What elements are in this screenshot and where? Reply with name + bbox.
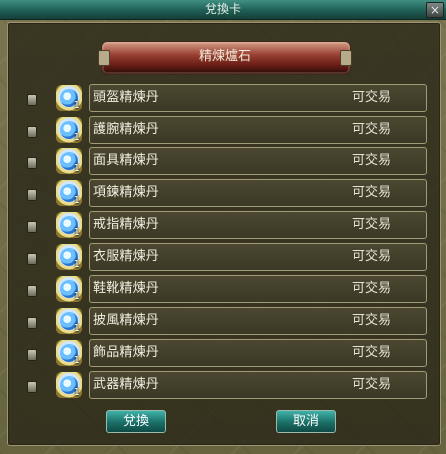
item-quantity: 1 bbox=[73, 387, 80, 398]
mask-refine-pill-icon[interactable]: 1 bbox=[55, 147, 83, 175]
item-bar[interactable]: 武器精煉丹 可交易 bbox=[89, 371, 427, 399]
item-bar[interactable]: 鞋靴精煉丹 可交易 bbox=[89, 275, 427, 303]
item-status: 可交易 bbox=[352, 281, 392, 296]
item-status: 可交易 bbox=[352, 90, 392, 105]
weapon-refine-pill-icon[interactable]: 1 bbox=[55, 371, 83, 399]
list-item[interactable]: 1 飾品精煉丹 可交易 bbox=[0, 338, 446, 368]
list-item[interactable]: 1 鞋靴精煉丹 可交易 bbox=[0, 274, 446, 304]
item-quantity: 1 bbox=[73, 132, 80, 143]
accessory-refine-pill-icon[interactable]: 1 bbox=[55, 339, 83, 367]
list-item[interactable]: 1 項鍊精煉丹 可交易 bbox=[0, 178, 446, 208]
item-bar[interactable]: 戒指精煉丹 可交易 bbox=[89, 211, 427, 239]
item-bar[interactable]: 衣服精煉丹 可交易 bbox=[89, 243, 427, 271]
list-item[interactable]: 1 披風精煉丹 可交易 bbox=[0, 306, 446, 336]
item-name: 護腕精煉丹 bbox=[93, 122, 160, 137]
item-quantity: 1 bbox=[73, 323, 80, 334]
item-quantity: 1 bbox=[73, 291, 80, 302]
item-name: 頭盔精煉丹 bbox=[93, 90, 160, 105]
cancel-button[interactable]: 取消 bbox=[276, 410, 336, 433]
item-bar[interactable]: 飾品精煉丹 可交易 bbox=[89, 339, 427, 367]
exchange-button[interactable]: 兌換 bbox=[106, 410, 166, 433]
list-item[interactable]: 1 武器精煉丹 可交易 bbox=[0, 370, 446, 400]
boots-refine-pill-icon[interactable]: 1 bbox=[55, 275, 83, 303]
close-button[interactable]: × bbox=[426, 2, 444, 18]
select-bullet-icon[interactable] bbox=[27, 381, 37, 393]
select-bullet-icon[interactable] bbox=[27, 157, 37, 169]
item-quantity: 1 bbox=[73, 195, 80, 206]
section-banner: 精煉爐石 bbox=[98, 41, 352, 75]
list-item[interactable]: 1 戒指精煉丹 可交易 bbox=[0, 210, 446, 240]
select-bullet-icon[interactable] bbox=[27, 253, 37, 265]
item-bar[interactable]: 護腕精煉丹 可交易 bbox=[89, 116, 427, 144]
item-bar[interactable]: 頭盔精煉丹 可交易 bbox=[89, 84, 427, 112]
item-status: 可交易 bbox=[352, 249, 392, 264]
item-status: 可交易 bbox=[352, 122, 392, 137]
item-status: 可交易 bbox=[352, 185, 392, 200]
item-name: 披風精煉丹 bbox=[93, 313, 160, 328]
item-name: 面具精煉丹 bbox=[93, 153, 160, 168]
item-status: 可交易 bbox=[352, 377, 392, 392]
item-name: 飾品精煉丹 bbox=[93, 345, 160, 360]
cape-refine-pill-icon[interactable]: 1 bbox=[55, 307, 83, 335]
list-item[interactable]: 1 護腕精煉丹 可交易 bbox=[0, 115, 446, 145]
item-quantity: 1 bbox=[73, 100, 80, 111]
select-bullet-icon[interactable] bbox=[27, 221, 37, 233]
list-item[interactable]: 1 頭盔精煉丹 可交易 bbox=[0, 83, 446, 113]
select-bullet-icon[interactable] bbox=[27, 317, 37, 329]
item-quantity: 1 bbox=[73, 227, 80, 238]
item-status: 可交易 bbox=[352, 217, 392, 232]
item-quantity: 1 bbox=[73, 163, 80, 174]
section-title: 精煉爐石 bbox=[198, 49, 251, 64]
item-quantity: 1 bbox=[73, 259, 80, 270]
item-bar[interactable]: 項鍊精煉丹 可交易 bbox=[89, 179, 427, 207]
ring-refine-pill-icon[interactable]: 1 bbox=[55, 211, 83, 239]
select-bullet-icon[interactable] bbox=[27, 126, 37, 138]
list-item[interactable]: 1 衣服精煉丹 可交易 bbox=[0, 242, 446, 272]
necklace-refine-pill-icon[interactable]: 1 bbox=[55, 179, 83, 207]
item-name: 衣服精煉丹 bbox=[93, 249, 160, 264]
item-bar[interactable]: 披風精煉丹 可交易 bbox=[89, 307, 427, 335]
item-name: 戒指精煉丹 bbox=[93, 217, 160, 232]
item-status: 可交易 bbox=[352, 153, 392, 168]
item-name: 武器精煉丹 bbox=[93, 377, 160, 392]
item-status: 可交易 bbox=[352, 345, 392, 360]
item-name: 項鍊精煉丹 bbox=[93, 185, 160, 200]
select-bullet-icon[interactable] bbox=[27, 349, 37, 361]
bracer-refine-pill-icon[interactable]: 1 bbox=[55, 116, 83, 144]
select-bullet-icon[interactable] bbox=[27, 189, 37, 201]
window-title: 兌換卡 bbox=[204, 2, 241, 16]
item-quantity: 1 bbox=[73, 355, 80, 366]
select-bullet-icon[interactable] bbox=[27, 94, 37, 106]
item-status: 可交易 bbox=[352, 313, 392, 328]
select-bullet-icon[interactable] bbox=[27, 285, 37, 297]
item-name: 鞋靴精煉丹 bbox=[93, 281, 160, 296]
list-item[interactable]: 1 面具精煉丹 可交易 bbox=[0, 146, 446, 176]
helmet-refine-pill-icon[interactable]: 1 bbox=[55, 84, 83, 112]
title-bar[interactable]: 兌換卡 × bbox=[0, 0, 446, 20]
item-bar[interactable]: 面具精煉丹 可交易 bbox=[89, 147, 427, 175]
clothes-refine-pill-icon[interactable]: 1 bbox=[55, 243, 83, 271]
